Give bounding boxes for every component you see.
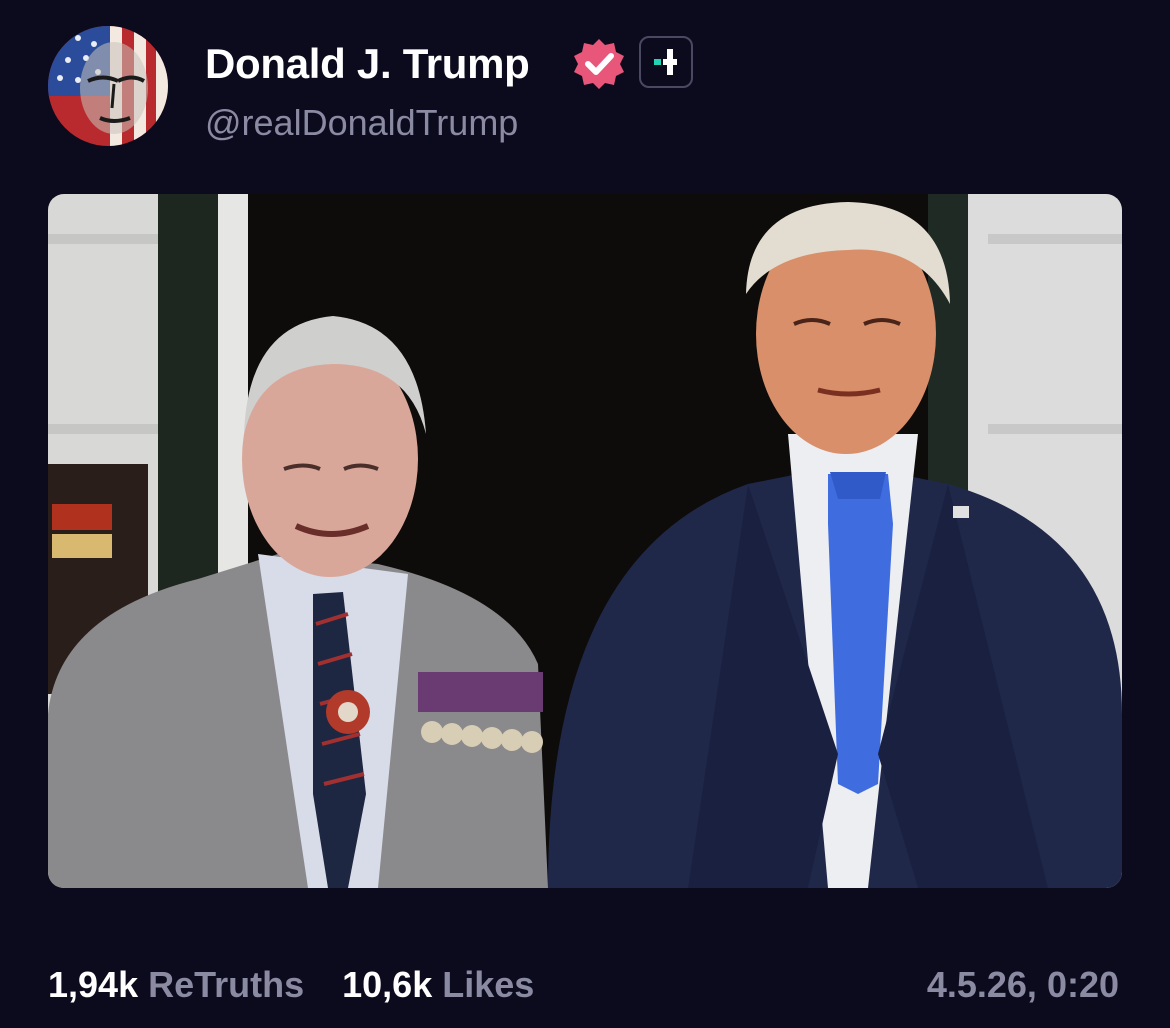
retruths-count: 1,94k [48,964,139,1005]
follow-button[interactable] [639,36,693,88]
likes-stat[interactable]: 10,6k Likes [342,964,534,1005]
author-handle[interactable]: @realDonaldTrump [205,100,518,146]
flag-face-avatar-icon [48,26,168,146]
post-image[interactable] [48,194,1122,888]
retruths-label: ReTruths [148,964,305,1005]
retruths-stat[interactable]: 1,94k ReTruths [48,964,304,1005]
plus-icon [654,49,677,75]
author-display-name[interactable]: Donald J. Trump [205,38,530,90]
post-timestamp[interactable]: 4.5.26, 0:20 [927,962,1119,1008]
author-avatar[interactable] [48,26,168,146]
verified-badge-icon [571,36,627,92]
post-photo [48,194,1122,888]
post-stats: 1,94k ReTruths 10,6k Likes [48,962,534,1008]
likes-label: Likes [442,964,535,1005]
likes-count: 10,6k [342,964,433,1005]
